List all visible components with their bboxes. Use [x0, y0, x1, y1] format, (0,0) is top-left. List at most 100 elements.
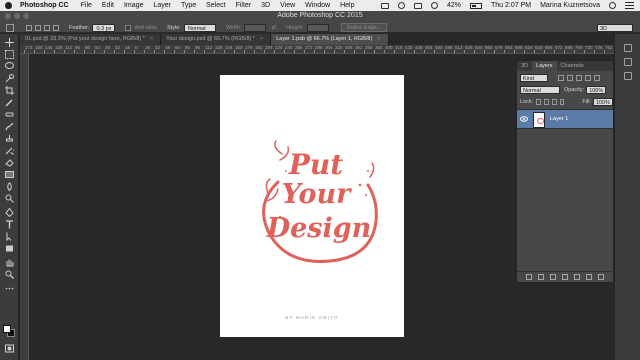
tab-channels[interactable]: Channels — [557, 61, 588, 71]
tab-layers[interactable]: Layers — [532, 61, 557, 71]
sync-icon[interactable] — [397, 2, 405, 9]
layer-filter-select[interactable]: Kind — [520, 73, 548, 82]
gradient-tool-icon[interactable] — [5, 170, 14, 179]
height-input[interactable] — [306, 23, 329, 32]
eyedropper-tool-icon[interactable] — [5, 98, 14, 107]
layer-mask-icon[interactable] — [550, 274, 556, 280]
filter-type-icon[interactable] — [576, 74, 582, 81]
swap-icon[interactable]: ⇄ — [271, 25, 276, 31]
filter-smart-object-icon[interactable] — [594, 74, 600, 81]
add-selection-icon[interactable] — [35, 24, 41, 31]
menu-select[interactable]: Select — [206, 2, 225, 9]
close-icon[interactable]: × — [377, 36, 380, 42]
search-icon[interactable] — [609, 2, 616, 9]
tab-your-design-psd[interactable]: Your design.psd @ 66.7% (RGB/8) * × — [161, 34, 272, 45]
tab-01-psd[interactable]: 01.psd @ 33.3% (Put your design here, RG… — [20, 34, 162, 45]
vertical-ruler[interactable] — [20, 54, 29, 360]
marquee-preset-icon[interactable] — [6, 23, 14, 32]
layer-thumbnail[interactable] — [533, 112, 545, 128]
rectangle-tool-icon[interactable] — [5, 244, 14, 253]
menu-view[interactable]: View — [280, 2, 295, 9]
new-group-icon[interactable] — [574, 274, 580, 280]
close-icon[interactable]: × — [260, 36, 263, 42]
move-tool-icon[interactable] — [5, 38, 14, 47]
new-layer-icon[interactable] — [586, 274, 592, 280]
menu-layer[interactable]: Layer — [153, 2, 171, 9]
history-brush-tool-icon[interactable] — [5, 146, 14, 155]
lock-position-icon[interactable] — [551, 98, 557, 105]
canvas-area[interactable]: Put Your Design BY MARIE SMITH — [30, 54, 516, 360]
subtract-selection-icon[interactable] — [44, 24, 50, 31]
anti-alias-checkbox[interactable] — [125, 24, 132, 31]
close-icon[interactable]: × — [150, 36, 153, 42]
filter-pixel-icon[interactable] — [558, 74, 564, 81]
layer-style-icon[interactable] — [538, 274, 544, 280]
ruler-tick-label: 416 — [395, 45, 403, 50]
quick-selection-tool-icon[interactable] — [5, 74, 14, 83]
path-selection-tool-icon[interactable] — [5, 232, 14, 241]
width-input[interactable] — [244, 23, 267, 32]
battery-icon[interactable] — [470, 2, 482, 9]
menu-window[interactable]: Window — [305, 2, 330, 9]
menu-image[interactable]: Image — [124, 2, 143, 9]
wifi-icon[interactable] — [413, 2, 422, 9]
user-name[interactable]: Marina Kuznetsova — [540, 2, 600, 9]
feather-input[interactable]: 0.3 px — [92, 23, 116, 32]
visibility-eye-icon[interactable] — [520, 116, 528, 122]
crop-tool-icon[interactable] — [5, 86, 14, 95]
blur-tool-icon[interactable] — [5, 182, 14, 191]
quick-mask-icon[interactable] — [5, 344, 14, 353]
horizontal-ruler[interactable]: 172 160 144 128 112 96 80 64 48 32 16 0 16 32 48 64 80 96… — [20, 45, 614, 54]
fill-input[interactable]: 100% — [592, 97, 613, 106]
eraser-tool-icon[interactable] — [5, 158, 14, 167]
pen-tool-icon[interactable] — [5, 208, 14, 217]
tab-3d[interactable]: 3D — [517, 61, 532, 71]
document-canvas[interactable]: Put Your Design BY MARIE SMITH — [220, 75, 404, 337]
opacity-input[interactable]: 100% — [586, 85, 607, 94]
new-selection-icon[interactable] — [26, 24, 32, 31]
menu-help[interactable]: Help — [340, 2, 354, 9]
refine-edge-button[interactable]: Refine Edge... — [340, 23, 388, 32]
clone-stamp-tool-icon[interactable] — [5, 134, 14, 143]
menu-edit[interactable]: Edit — [102, 2, 114, 9]
healing-brush-tool-icon[interactable] — [5, 110, 14, 119]
trash-icon[interactable] — [598, 274, 604, 280]
menu-3d[interactable]: 3D — [261, 2, 270, 9]
more-tools-icon[interactable] — [5, 284, 14, 293]
lock-image-icon[interactable] — [543, 98, 549, 105]
blend-mode-select[interactable]: Normal — [520, 85, 560, 94]
foreground-color-swatch[interactable] — [3, 325, 11, 333]
cloud-icon[interactable] — [380, 2, 389, 9]
filter-shape-icon[interactable] — [585, 74, 591, 81]
adjustment-layer-icon[interactable] — [562, 274, 568, 280]
clock[interactable]: Thu 2:07 PM — [491, 2, 531, 9]
properties-panel-icon[interactable] — [624, 72, 632, 80]
color-panel-icon[interactable] — [624, 58, 632, 66]
menu-file[interactable]: File — [81, 2, 92, 9]
type-tool-icon[interactable] — [5, 220, 14, 229]
tab-layer-1-psb[interactable]: Layer 1.psb @ 66.7% (Layer 1, RGB/8) × — [271, 34, 389, 45]
workspace-select[interactable]: 3D — [597, 24, 633, 32]
layer-name[interactable]: Layer 1 — [550, 116, 568, 122]
layer-row[interactable]: Layer 1 — [517, 109, 613, 129]
brush-tool-icon[interactable] — [5, 122, 14, 131]
marquee-tool-icon[interactable] — [5, 50, 14, 59]
lasso-tool-icon[interactable] — [5, 62, 14, 71]
zoom-tool-icon[interactable] — [5, 270, 14, 279]
notification-center-icon[interactable] — [625, 2, 634, 9]
lock-transparent-icon[interactable] — [536, 98, 541, 105]
app-menu[interactable]: Photoshop CC — [20, 2, 69, 9]
menu-filter[interactable]: Filter — [236, 2, 252, 9]
dodge-tool-icon[interactable] — [5, 194, 14, 203]
link-layers-icon[interactable] — [526, 274, 532, 280]
menu-type[interactable]: Type — [181, 2, 196, 9]
style-select[interactable]: Normal — [183, 23, 216, 32]
apple-icon[interactable] — [5, 2, 12, 9]
filter-adjustment-icon[interactable] — [567, 74, 573, 81]
lock-all-icon[interactable] — [559, 98, 565, 105]
volume-icon[interactable] — [430, 2, 438, 9]
intersect-selection-icon[interactable] — [53, 24, 59, 31]
hand-tool-icon[interactable] — [5, 258, 14, 267]
ruler-tick — [144, 50, 145, 53]
history-panel-icon[interactable] — [624, 44, 632, 52]
